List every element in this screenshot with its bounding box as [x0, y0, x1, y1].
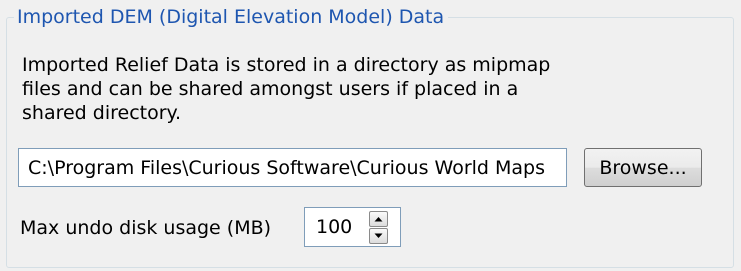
dem-description: Imported Relief Data is stored in a dire…: [22, 54, 551, 124]
spin-up-button[interactable]: [369, 211, 388, 227]
max-undo-label: Max undo disk usage (MB): [20, 217, 272, 239]
chevron-down-icon: [374, 233, 383, 238]
chevron-up-icon: [374, 217, 383, 222]
spin-down-button[interactable]: [369, 228, 388, 244]
browse-button[interactable]: Browse...: [584, 148, 702, 187]
max-undo-value[interactable]: 100: [316, 208, 352, 246]
groupbox-title: Imported DEM (Digital Elevation Model) D…: [14, 6, 449, 28]
dem-directory-field[interactable]: [18, 148, 567, 187]
max-undo-spinbox[interactable]: 100: [304, 207, 401, 247]
